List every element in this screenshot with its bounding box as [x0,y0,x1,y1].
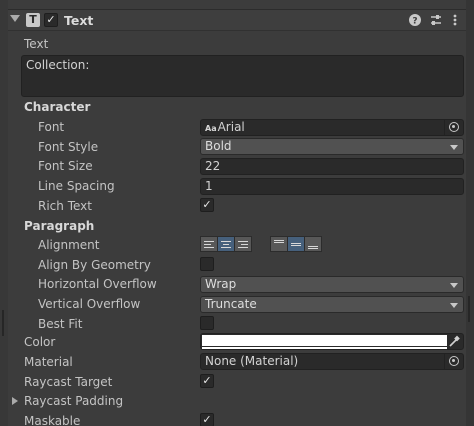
maskable-label: Maskable [24,414,81,426]
color-label: Color [24,335,56,349]
align-by-geometry-checkbox[interactable] [200,257,214,271]
font-picker-icon[interactable] [444,120,462,135]
horizontal-overflow-value: Wrap [205,277,237,291]
component-header[interactable]: T ✓ Text ? [8,9,466,31]
font-value: Arial [217,120,245,134]
svg-text:?: ? [412,17,417,27]
material-picker-icon[interactable] [444,354,462,369]
font-style-value: Bold [205,139,232,153]
rich-text-checkbox[interactable]: ✓ [200,198,214,212]
align-middle-button[interactable] [287,236,305,252]
maskable-checkbox[interactable]: ✓ [200,413,214,426]
horizontal-overflow-label: Horizontal Overflow [38,277,157,291]
chevron-down-icon [450,283,458,288]
alignment-label: Alignment [38,238,100,252]
font-field[interactable]: AaArial [200,119,464,136]
help-icon[interactable]: ? [408,13,422,27]
font-size-label: Font Size [38,159,93,173]
vertical-overflow-dropdown[interactable]: Truncate [200,296,464,313]
font-asset-icon: Aa [205,124,217,133]
align-right-button[interactable] [234,236,252,252]
best-fit-label: Best Fit [38,317,83,331]
text-content-area[interactable]: Collection: [21,55,464,97]
component-enabled-checkbox[interactable]: ✓ [44,13,58,27]
font-label: Font [38,120,65,134]
align-by-geometry-label: Align By Geometry [38,258,151,272]
align-bottom-button[interactable] [304,236,322,252]
horizontal-overflow-dropdown[interactable]: Wrap [200,276,464,293]
scrollbar-track[interactable] [466,0,474,426]
gutter-notch [2,310,4,336]
best-fit-checkbox[interactable] [200,316,214,330]
font-style-label: Font Style [38,140,99,154]
vertical-alignment-group [270,236,322,252]
context-menu-icon[interactable] [448,13,462,27]
align-center-button[interactable] [217,236,235,252]
material-value: None (Material) [205,354,299,368]
align-top-button[interactable] [270,236,288,252]
chevron-down-icon [450,145,458,150]
inspector-panel: T ✓ Text ? Text Collection: Character Fo… [8,0,466,426]
raycast-target-label: Raycast Target [24,375,113,389]
align-left-button[interactable] [200,236,218,252]
preset-sliders-icon[interactable] [429,13,443,27]
vertical-overflow-label: Vertical Overflow [38,297,141,311]
eyedropper-icon[interactable] [448,335,460,348]
character-header: Character [24,100,91,114]
color-swatch[interactable] [202,335,447,346]
line-spacing-input[interactable]: 1 [200,178,464,195]
text-component-icon: T [26,13,40,27]
chevron-down-icon [450,303,458,308]
foldout-arrow-icon[interactable] [10,15,20,22]
font-size-input[interactable]: 22 [200,158,464,175]
horizontal-alignment-group [200,236,252,252]
alpha-bar [202,347,447,349]
font-style-dropdown[interactable]: Bold [200,138,464,155]
raycast-padding-foldout-icon[interactable] [12,397,18,405]
rich-text-label: Rich Text [38,199,92,213]
scrollbar-notch [468,296,470,322]
color-field[interactable] [200,333,464,350]
vertical-overflow-value: Truncate [205,297,257,311]
raycast-target-checkbox[interactable]: ✓ [200,374,214,388]
component-title: Text [64,13,94,28]
material-label: Material [24,355,73,369]
raycast-padding-label[interactable]: Raycast Padding [24,394,123,408]
left-gutter [0,0,8,426]
line-spacing-label: Line Spacing [38,179,115,193]
paragraph-header: Paragraph [24,219,95,233]
text-label: Text [24,37,49,51]
material-field[interactable]: None (Material) [200,353,464,370]
